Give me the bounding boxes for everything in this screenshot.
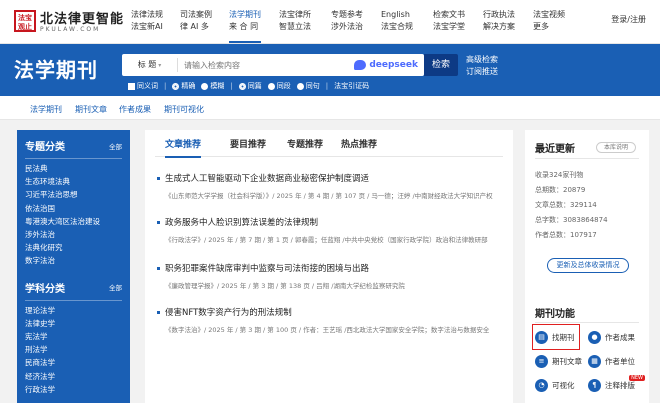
nav-item-topics[interactable]: 专题参考 涉外法治 (331, 9, 363, 33)
tab-article-recommend[interactable]: 文章推荐 (165, 137, 202, 158)
tab-hot-recommend[interactable]: 热点推荐 (341, 137, 377, 150)
annotation-format-button[interactable]: ¶ 注释排版 NEW (588, 375, 645, 392)
search-scope-select[interactable]: 标 题 (122, 58, 178, 72)
same-paragraph-radio[interactable]: 同段 (267, 81, 291, 91)
article-meta: 《行政法学》/ 2025 年 / 第 7 期 / 第 1 页 / 郭春霞；任蓝翔… (165, 236, 488, 244)
journal-header: 法学期刊 标 题 deepseek 检索 高级检索 订阅推送 同义词 | 精确 … (0, 44, 660, 96)
subnav-author-results[interactable]: 作者成果 (119, 104, 151, 115)
book-icon: ▤ (535, 331, 548, 344)
article-item: 侵害NFT数字资产行为的刑法规制 《数字法治》/ 2025 年 / 第 3 期 … (157, 306, 507, 334)
latest-update-title: 最近更新 (535, 144, 575, 155)
same-article-radio[interactable]: 同篇 (238, 81, 262, 91)
recommend-tabs: 文章推荐 要目推荐 专题推荐 热点推荐 (155, 135, 503, 158)
library-intro-button[interactable]: 本库说明 (596, 142, 636, 153)
topic-item[interactable]: 依法治国 (17, 202, 130, 215)
subject-category-title: 学科分类 (25, 283, 65, 295)
nav-item-journals[interactable]: 法学期刊来 合 同 (229, 9, 261, 43)
user-icon: ● (588, 331, 601, 344)
deepseek-toggle[interactable]: deepseek (354, 60, 424, 70)
subnav-articles[interactable]: 期刊文章 (75, 104, 107, 115)
topic-all-link[interactable]: 全部 (109, 141, 122, 151)
logo-domain: PKULAW.COM (40, 26, 101, 33)
topic-item[interactable]: 涉外法治 (17, 228, 130, 241)
find-journal-button[interactable]: ▤ 找期刊 (535, 331, 575, 344)
topic-item[interactable]: 法典化研究 (17, 241, 130, 254)
article-item: 生成式人工智能驱动下企业数据商业秘密保护制度调适 《山东师范大学学报（社会科学版… (157, 172, 507, 200)
search-input[interactable] (178, 55, 355, 75)
author-unit-button[interactable]: ▦ 作者单位 (588, 355, 635, 368)
article-title[interactable]: 职务犯罪案件缺席审判中监察与司法衔接的困境与出路 (157, 262, 507, 274)
site-logo[interactable]: 法宝 观止 北法律更智能 PKULAW.COM (14, 8, 124, 33)
article-item: 政务服务中人脸识别算法误差的法律规制 《行政法学》/ 2025 年 / 第 7 … (157, 216, 507, 244)
chart-icon: ◔ (535, 379, 548, 392)
subject-item[interactable]: 民商法学 (17, 356, 130, 369)
top-bar: 法宝 观止 北法律更智能 PKULAW.COM 法律法规 法宝新AI 司法案例律 A… (0, 0, 660, 44)
search-button[interactable]: 检索 (424, 54, 458, 76)
subject-item[interactable]: 刑法学 (17, 343, 130, 356)
subject-item[interactable]: 经济法学 (17, 370, 130, 383)
nav-item-law[interactable]: 法律法规 法宝新AI (131, 9, 163, 33)
topic-item[interactable]: 习近平法治思想 (17, 188, 130, 201)
article-panel: 文章推荐 要目推荐 专题推荐 热点推荐 生成式人工智能驱动下企业数据商业秘密保护… (145, 130, 513, 403)
synonym-checkbox[interactable]: 同义词 (128, 81, 158, 91)
subject-item[interactable]: 宪法学 (17, 330, 130, 343)
topic-item[interactable]: 民法典 (17, 162, 130, 175)
subnav-journals[interactable]: 法学期刊 (30, 104, 62, 115)
topic-item[interactable]: 生态环境法典 (17, 175, 130, 188)
article-meta: 《廉政管理学报》/ 2025 年 / 第 3 期 / 第 138 页 / 吕翔 … (165, 282, 405, 290)
new-badge: NEW (629, 375, 645, 381)
stat-issues: 总期数：20879 (535, 186, 586, 194)
subject-item[interactable]: 理论法学 (17, 304, 130, 317)
deepseek-icon (354, 60, 367, 70)
subscribe-link[interactable]: 订阅推送 (466, 66, 498, 78)
advanced-search-link[interactable]: 高级检索 (466, 54, 498, 66)
login-link[interactable]: 登录/注册 (611, 14, 646, 25)
article-title[interactable]: 生成式人工智能驱动下企业数据商业秘密保护制度调适 (157, 172, 507, 184)
same-sentence-radio[interactable]: 同句 (296, 81, 320, 91)
nav-item-enforcement[interactable]: 行政执法 解决方案 (483, 9, 515, 33)
page-title: 法学期刊 (14, 58, 98, 82)
stat-words: 总字数：3083864874 (535, 216, 608, 224)
logo-title: 北法律更智能 (40, 12, 125, 27)
fuzzy-radio[interactable]: 模糊 (201, 81, 224, 91)
visualization-button[interactable]: ◔ 可视化 (535, 379, 575, 392)
building-icon: ▦ (588, 355, 601, 368)
author-results-button[interactable]: ● 作者成果 (588, 331, 635, 344)
topic-item[interactable]: 数字法治 (17, 254, 130, 267)
logo-seal: 法宝 观止 (14, 9, 36, 32)
article-title[interactable]: 政务服务中人脸识别算法误差的法律规制 (157, 216, 507, 228)
tab-contents-recommend[interactable]: 要目推荐 (230, 137, 266, 150)
subject-all-link[interactable]: 全部 (109, 282, 122, 292)
subject-item[interactable]: 法律史学 (17, 317, 130, 330)
article-meta: 《数字法治》/ 2025 年 / 第 3 期 / 第 100 页 / 作者：王艺… (165, 326, 490, 334)
article-meta: 《山东师范大学学报（社会科学版）》/ 2025 年 / 第 4 期 / 第 10… (165, 192, 493, 200)
subnav-visualization[interactable]: 期刊可视化 (164, 104, 204, 115)
nav-item-lawfirm[interactable]: 法宝律所 智慧立法 (279, 9, 311, 33)
nav-item-english[interactable]: English 法宝合规 (381, 9, 413, 33)
exact-radio[interactable]: 精确 (172, 81, 195, 91)
stat-journals: 收录324家刊物 (535, 171, 584, 179)
stat-authors: 作者总数：107917 (535, 231, 597, 239)
subject-item[interactable]: 行政法学 (17, 383, 130, 396)
journal-functions-title: 期刊功能 (535, 309, 575, 320)
article-title[interactable]: 侵害NFT数字资产行为的刑法规制 (157, 306, 507, 318)
search-box: 标 题 deepseek (122, 54, 424, 76)
format-icon: ¶ (588, 379, 601, 392)
stat-articles: 文章总数：329114 (535, 201, 597, 209)
info-sidebar: 最近更新 本库说明 收录324家刊物 总期数：20879 文章总数：329114… (525, 130, 649, 403)
topic-item[interactable]: 粤港澳大湾区法治建设 (17, 215, 130, 228)
category-sidebar: 专题分类 全部 民法典 生态环境法典 习近平法治思想 依法治国 粤港澳大湾区法治建… (17, 130, 130, 403)
article-item: 职务犯罪案件缺席审判中监察与司法衔接的困境与出路 《廉政管理学报》/ 2025 … (157, 262, 507, 290)
full-coverage-button[interactable]: 更新及总体收录情况 (547, 258, 629, 273)
nav-item-documents[interactable]: 检索文书 法宝学堂 (433, 9, 465, 33)
search-options: 同义词 | 精确 模糊 | 同篇 同段 同句 | 法宝引证码 (128, 81, 369, 91)
journal-articles-button[interactable]: ≡ 期刊文章 (535, 355, 582, 368)
sub-navigation: 法学期刊 期刊文章 作者成果 期刊可视化 (0, 96, 660, 120)
topic-category-title: 专题分类 (25, 142, 65, 153)
tab-topic-recommend[interactable]: 专题推荐 (287, 137, 323, 150)
document-icon: ≡ (535, 355, 548, 368)
nav-item-video[interactable]: 法宝视频 更多 (533, 9, 565, 33)
nav-item-cases[interactable]: 司法案例律 AI 多 (180, 9, 212, 33)
citation-code-link[interactable]: 法宝引证码 (334, 81, 369, 91)
